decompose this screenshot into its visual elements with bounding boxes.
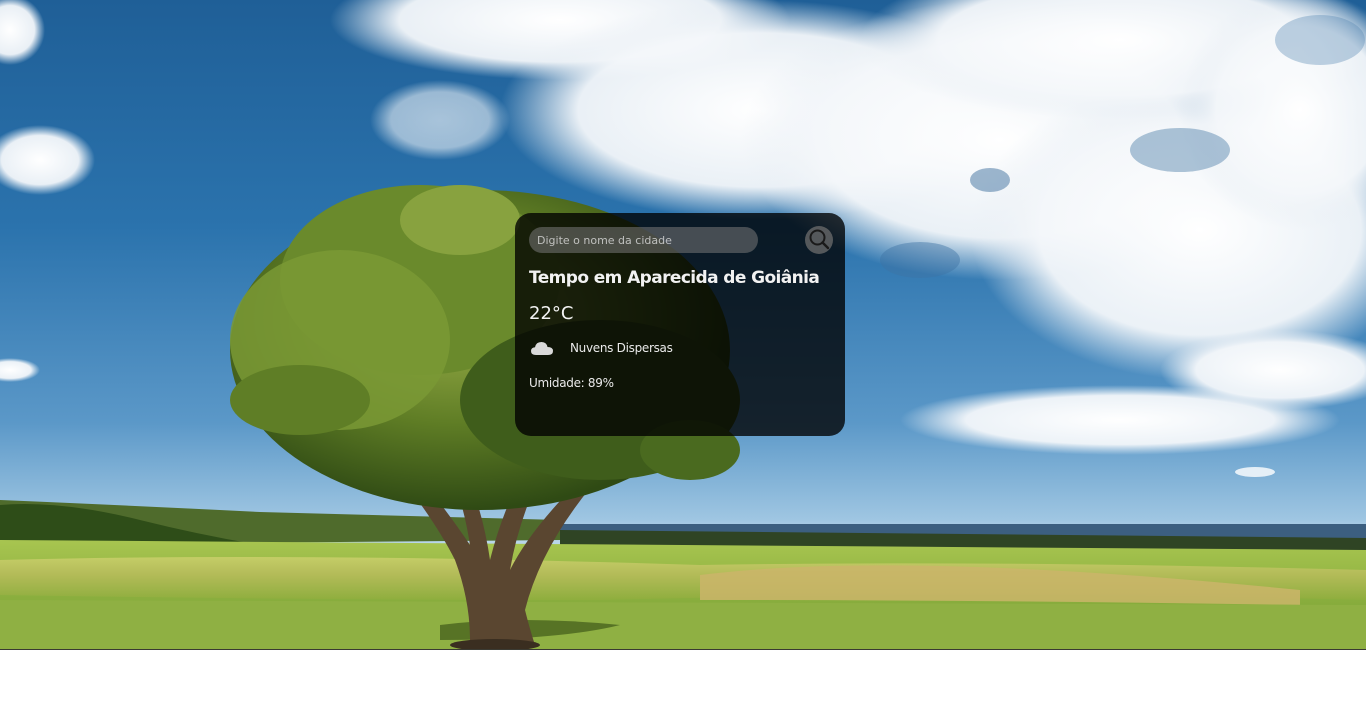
search-button[interactable] <box>805 226 833 254</box>
search-icon <box>808 228 830 253</box>
temperature: 22°C <box>529 303 574 324</box>
city-title: Tempo em Aparecida de Goiânia <box>529 268 820 288</box>
weather-description: Nuvens Dispersas <box>570 341 673 355</box>
weather-card: Tempo em Aparecida de Goiânia 22°C Nuven… <box>515 213 845 436</box>
cloud-icon <box>529 337 555 359</box>
city-search-input[interactable] <box>529 227 758 253</box>
humidity: Umidade: 89% <box>529 376 614 390</box>
weather-description-row: Nuvens Dispersas <box>529 337 831 359</box>
search-bar <box>529 226 833 255</box>
